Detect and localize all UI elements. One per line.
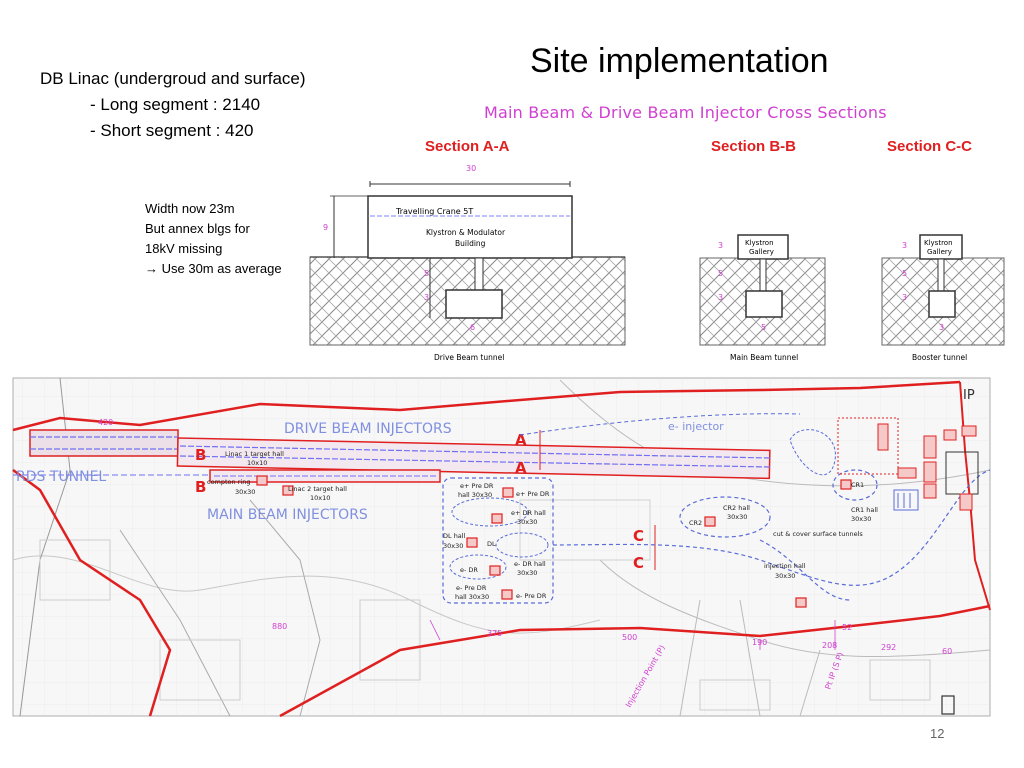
ds-tunnel-label: RDS TUNNEL bbox=[16, 469, 106, 485]
hall-marker-3 bbox=[466, 537, 478, 548]
hall-marker-2 bbox=[491, 513, 503, 524]
cr1-size: 30x30 bbox=[851, 515, 871, 523]
cr1-hall-label: CR1 hall bbox=[851, 506, 878, 514]
len-60: 60 bbox=[942, 647, 952, 656]
compton-size: 30x30 bbox=[235, 488, 255, 496]
e-dr-label: e- DR bbox=[460, 566, 478, 574]
dr-hall-label: e+ DR hall bbox=[511, 509, 546, 517]
dim-c-3c: 3 bbox=[939, 323, 944, 332]
injection-size: 30x30 bbox=[775, 572, 795, 580]
hall-marker-5 bbox=[501, 589, 513, 600]
hall-marker-injection bbox=[795, 597, 807, 608]
booster-tunnel bbox=[928, 290, 956, 318]
hall-marker-4 bbox=[489, 565, 501, 576]
e-pre-dr-size: hall 30x30 bbox=[455, 593, 489, 601]
dl-hall-label: DL hall bbox=[443, 532, 466, 540]
marker-b-2: B bbox=[195, 478, 206, 496]
cr2-size: 30x30 bbox=[727, 513, 747, 521]
drive-tunnel-label: Drive Beam tunnel bbox=[434, 353, 504, 362]
len-880: 880 bbox=[272, 622, 287, 631]
gallery-b-1: Klystron bbox=[745, 239, 774, 247]
height-9: 9 bbox=[323, 223, 328, 232]
pre-dr-label: e+ Pre DR bbox=[460, 482, 494, 490]
marker-c-1: C bbox=[633, 527, 644, 545]
section-a-drawing: 30 9 5 3 6 Travelling Crane 5T Klystron … bbox=[309, 164, 626, 362]
building-label: Building bbox=[455, 239, 486, 248]
booster-tunnel-label: Booster tunnel bbox=[912, 353, 967, 362]
pre-dr-label-2: e+ Pre DR bbox=[516, 490, 550, 498]
e-dr-hall-size: 30x30 bbox=[517, 569, 537, 577]
gallery-b-2: Gallery bbox=[749, 248, 774, 256]
pre-dr-size: hall 30x30 bbox=[458, 491, 492, 499]
e-pre-dr-label: e- Pre DR bbox=[456, 584, 487, 592]
dim-c-3b: 3 bbox=[902, 293, 907, 302]
len-420: 420 bbox=[98, 418, 113, 427]
cr2-label: CR2 bbox=[689, 519, 702, 527]
dim-6: 6 bbox=[470, 323, 475, 332]
len-500: 500 bbox=[622, 633, 637, 642]
gallery-c-1: Klystron bbox=[924, 239, 953, 247]
cr2-hall-label: CR2 hall bbox=[723, 504, 750, 512]
marker-c-2: C bbox=[633, 554, 644, 572]
marker-a-2: A bbox=[515, 459, 527, 477]
e-pre-dr-label-2: e- Pre DR bbox=[516, 592, 547, 600]
linac2-size: 10x10 bbox=[310, 494, 330, 502]
section-c-drawing: Klystron Gallery 3 5 3 3 Booster tunnel bbox=[881, 234, 1005, 362]
hall-marker-cr2 bbox=[704, 516, 716, 527]
drive-beam-linac-long bbox=[29, 429, 179, 457]
hall-marker-1 bbox=[502, 487, 514, 498]
crane-label: Travelling Crane 5T bbox=[395, 207, 473, 216]
hall-marker-cr1 bbox=[840, 479, 852, 490]
len-52: 52 bbox=[842, 623, 852, 632]
marker-b-1: B bbox=[195, 446, 206, 464]
dim-c-5: 5 bbox=[902, 269, 907, 278]
dim-b-3: 3 bbox=[718, 241, 723, 250]
drive-beam-injectors-label: DRIVE BEAM INJECTORS bbox=[284, 421, 452, 437]
dl-size: 30x30 bbox=[443, 542, 463, 550]
cr1-label: CR1 bbox=[851, 481, 864, 489]
dim-b-3b: 3 bbox=[718, 293, 723, 302]
len-375: 375 bbox=[487, 629, 502, 638]
dim-3: 3 bbox=[424, 293, 429, 302]
marker-a-1: A bbox=[515, 431, 527, 449]
len-292: 292 bbox=[881, 643, 896, 652]
dl-short: DL bbox=[487, 540, 496, 548]
e-injector-label: e- injector bbox=[668, 420, 724, 433]
linac1-size: 10x10 bbox=[247, 459, 267, 467]
compton-label: compton ring bbox=[207, 478, 250, 486]
section-b-drawing: Klystron Gallery 3 5 3 5 Main Beam tunne… bbox=[699, 234, 826, 362]
dr-hall-size: 30x30 bbox=[517, 518, 537, 526]
main-beam-tunnel bbox=[745, 290, 783, 318]
drawings: 30 9 5 3 6 Travelling Crane 5T Klystron … bbox=[12, 164, 1005, 718]
ip-symbol: IP bbox=[963, 388, 975, 403]
site-map: A A B B C C DRIVE BEAM INJECTORS MAIN BE… bbox=[12, 377, 991, 718]
klystron-mod-label: Klystron & Modulator bbox=[426, 228, 506, 237]
linac1-label: Linac 1 target hall bbox=[225, 450, 284, 458]
klystron-building bbox=[367, 195, 573, 259]
main-tunnel-label: Main Beam tunnel bbox=[730, 353, 798, 362]
hall-marker-compton bbox=[256, 475, 268, 486]
gallery-c-2: Gallery bbox=[927, 248, 952, 256]
dim-b-5: 5 bbox=[718, 269, 723, 278]
page-number: 12 bbox=[930, 726, 945, 741]
dim-5: 5 bbox=[424, 269, 429, 278]
cut-cover-label: cut & cover surface tunnels bbox=[773, 530, 863, 538]
linac2-label: Linac 2 target hall bbox=[288, 485, 347, 493]
dim-b-5b: 5 bbox=[761, 323, 766, 332]
e-dr-hall-label: e- DR hall bbox=[514, 560, 546, 568]
injection-hall-label: injection hall bbox=[764, 562, 806, 570]
dim-c-3: 3 bbox=[902, 241, 907, 250]
width-30: 30 bbox=[466, 164, 476, 173]
drive-beam-tunnel bbox=[445, 289, 503, 319]
main-beam-injectors-label: MAIN BEAM INJECTORS bbox=[207, 507, 368, 523]
